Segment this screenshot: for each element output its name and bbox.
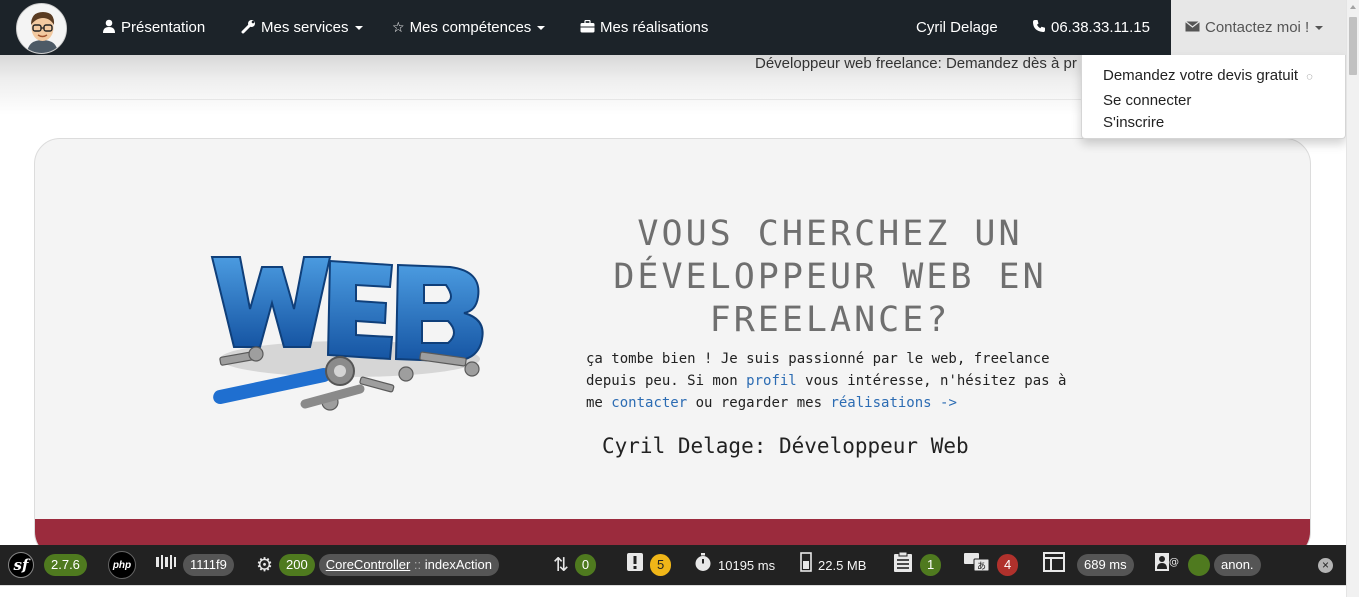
- hero-card: VOUS CHERCHEZ UN DÉVELOPPEUR WEB EN FREE…: [34, 138, 1311, 558]
- sf-status-badge: 200: [279, 554, 315, 576]
- chevron-down-icon: [354, 25, 363, 30]
- layout-icon: [1043, 552, 1065, 578]
- scroll-up-arrow[interactable]: [1350, 5, 1356, 9]
- dropdown-item-login[interactable]: Se connecter: [1103, 92, 1191, 109]
- symfony-logo-icon: sf: [8, 552, 34, 578]
- scrollbar-thumb[interactable]: [1349, 17, 1357, 75]
- realisations-link[interactable]: réalisations ->: [830, 395, 956, 411]
- user-card-icon: @: [1154, 552, 1180, 578]
- barcode-icon: [155, 553, 177, 577]
- sf-logs-badge: 5: [650, 554, 672, 576]
- nav-label: Mes compétences: [409, 19, 532, 36]
- sf-action-name: indexAction: [424, 557, 492, 572]
- star-icon: ☆: [392, 19, 405, 35]
- translation-icon: あ: [963, 552, 991, 578]
- nav-competences[interactable]: ☆ Mes compétences: [392, 0, 546, 55]
- sf-token-block[interactable]: 1111f9: [155, 545, 234, 585]
- banner-tagline: Développeur web freelance: Demandez dès …: [755, 55, 1077, 72]
- close-icon[interactable]: ×: [1318, 558, 1333, 573]
- svg-text:@: @: [1169, 557, 1179, 568]
- hero-description: ça tombe bien ! Je suis passionné par le…: [586, 348, 1076, 414]
- gear-icon: ⚙: [256, 554, 274, 576]
- hero-signature: Cyril Delage: Développeur Web: [602, 434, 969, 458]
- sf-memory-block[interactable]: 22.5 MB: [800, 545, 866, 585]
- sf-php-block[interactable]: php: [108, 545, 136, 585]
- hero-text-part: ou regarder mes: [687, 395, 831, 411]
- php-logo-icon: php: [108, 551, 136, 579]
- nav-label: Mes réalisations: [600, 19, 709, 36]
- svg-text:あ: あ: [977, 561, 986, 572]
- nav-realisations[interactable]: Mes réalisations: [580, 0, 708, 55]
- sf-ajax-block[interactable]: ⇅ 0: [553, 545, 597, 585]
- nav-name[interactable]: Cyril Delage: [916, 0, 998, 55]
- sf-forms-block[interactable]: 1: [892, 545, 942, 585]
- wrench-icon: [241, 19, 256, 37]
- sf-twig-block[interactable]: 689 ms: [1043, 545, 1134, 585]
- hero-title-line: DÉVELOPPEUR WEB EN: [613, 257, 1047, 297]
- ajax-arrows-icon: ⇅: [553, 554, 569, 576]
- sf-ajax-badge: 0: [574, 554, 597, 576]
- dropdown-item-devis[interactable]: Demandez votre devis gratuit ◌: [1103, 67, 1313, 84]
- sf-controller-name[interactable]: CoreController: [326, 557, 411, 572]
- nav-name-label: Cyril Delage: [916, 19, 998, 36]
- contact-dropdown-menu: Demandez votre devis gratuit ◌ Se connec…: [1081, 55, 1346, 139]
- sf-forms-badge: 1: [920, 554, 942, 576]
- envelope-icon: [1185, 19, 1200, 36]
- dropdown-item-register[interactable]: S'inscrire: [1103, 114, 1164, 131]
- briefcase-icon: [580, 19, 595, 36]
- profil-link[interactable]: profil: [746, 373, 797, 389]
- hero-title-line: VOUS CHERCHEZ UN: [637, 214, 1023, 254]
- chevron-down-icon: [1315, 25, 1324, 30]
- sf-action-sep: ::: [410, 557, 425, 572]
- dropdown-item-label: Demandez votre devis gratuit: [1103, 67, 1299, 84]
- alert-icon: [626, 552, 644, 578]
- chevron-down-icon: [537, 25, 546, 30]
- symfony-debug-toolbar: sf 2.7.6 php 1111f9 ⚙ 200 CoreController…: [0, 545, 1346, 585]
- sf-token-badge: 1111f9: [183, 554, 234, 576]
- nav-services[interactable]: Mes services: [241, 0, 363, 55]
- sf-user-status-badge: [1188, 554, 1210, 576]
- web-logo-image: [210, 239, 495, 419]
- sf-time-block[interactable]: 10195 ms: [694, 545, 775, 585]
- clipboard-icon: [892, 551, 914, 579]
- phone-icon: [1032, 19, 1046, 36]
- sf-user-badge: anon.: [1214, 554, 1261, 576]
- nav-contact-label: Contactez moi !: [1205, 19, 1310, 36]
- user-icon: [102, 19, 116, 36]
- sf-controller-badge: CoreController :: indexAction: [318, 554, 499, 576]
- hero-title-line: FREELANCE?: [709, 300, 951, 340]
- avatar[interactable]: [16, 3, 67, 54]
- memory-icon: [800, 552, 812, 578]
- nav-contact-dropdown[interactable]: Contactez moi !: [1171, 0, 1346, 55]
- sf-time-value: 10195 ms: [718, 557, 776, 573]
- nav-label: Présentation: [121, 19, 206, 36]
- sf-version-block[interactable]: sf 2.7.6: [8, 545, 87, 585]
- nav-label: Mes services: [261, 19, 349, 36]
- stopwatch-icon: [694, 552, 712, 578]
- page-scrollbar[interactable]: [1346, 0, 1359, 597]
- sf-twig-badge: 689 ms: [1077, 554, 1134, 576]
- nav-phone[interactable]: 06.38.33.11.15: [1032, 0, 1150, 55]
- sf-user-block[interactable]: @ anon.: [1154, 545, 1261, 585]
- sf-logs-block[interactable]: 5: [626, 545, 672, 585]
- contact-link[interactable]: contacter: [611, 395, 687, 411]
- sf-memory-value: 22.5 MB: [818, 557, 867, 573]
- page-bottom-strip: [0, 585, 1346, 597]
- nav-phone-label: 06.38.33.11.15: [1051, 19, 1150, 36]
- sf-request-block[interactable]: ⚙ 200 CoreController :: indexAction: [256, 545, 499, 585]
- nav-presentation[interactable]: Présentation: [102, 0, 205, 55]
- sf-version-badge: 2.7.6: [44, 554, 87, 576]
- spinner-icon: ◌: [1306, 71, 1313, 83]
- hero-title: VOUS CHERCHEZ UN DÉVELOPPEUR WEB EN FREE…: [580, 213, 1080, 342]
- sf-translation-badge: 4: [997, 554, 1019, 576]
- sf-translation-block[interactable]: あ 4: [963, 545, 1019, 585]
- top-navbar: Présentation Mes services ☆ Mes compéten…: [0, 0, 1346, 55]
